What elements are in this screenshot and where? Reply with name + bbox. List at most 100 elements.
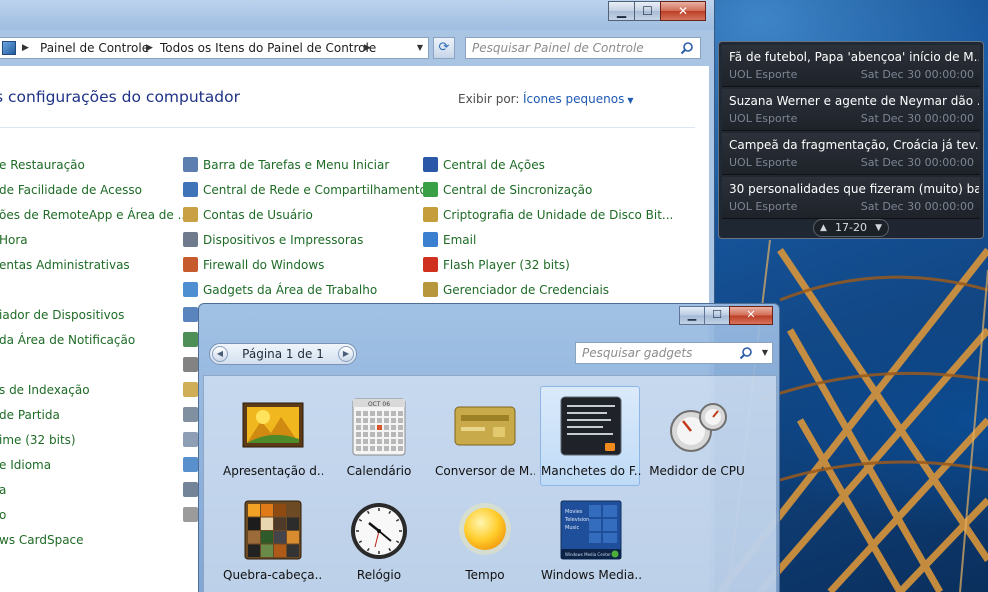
control-panel-item-label[interactable]: Email xyxy=(443,233,476,247)
control-panel-item[interactable]: Central de Rede e Compartilhamento xyxy=(183,182,427,198)
search-input[interactable] xyxy=(466,38,676,58)
minimize-button[interactable]: ▁ xyxy=(679,306,705,325)
gadget-tile-cpu-meter[interactable]: Medidor de CPU xyxy=(646,386,746,486)
address-dropdown-icon[interactable]: ▼ xyxy=(412,38,428,58)
chevron-up-icon[interactable]: ▲ xyxy=(820,220,827,236)
news-item[interactable]: Fã de futebol, Papa 'abençoa' início de … xyxy=(722,45,980,87)
control-panel-item-label[interactable]: Central de Rede e Compartilhamento xyxy=(203,183,427,197)
control-panel-item[interactable]: ws CardSpace xyxy=(0,532,84,548)
control-panel-item[interactable]: Flash Player (32 bits) xyxy=(423,257,570,273)
breadcrumb-item-painel[interactable]: Painel de Controle xyxy=(40,38,149,58)
control-panel-item-label[interactable]: Central de Sincronização xyxy=(443,183,592,197)
news-item[interactable]: Suzana Werner e agente de Neymar dão ...… xyxy=(722,89,980,131)
control-panel-item[interactable]: ões de RemoteApp e Área de ... xyxy=(0,207,189,223)
control-panel-item-label[interactable]: Flash Player (32 bits) xyxy=(443,258,570,272)
control-panel-titlebar[interactable]: ▁ ☐ ✕ xyxy=(0,0,714,30)
control-panel-item-icon xyxy=(183,357,198,372)
gadget-tile-slideshow[interactable]: Apresentação d... xyxy=(222,386,323,486)
news-title[interactable]: Fã de futebol, Papa 'abençoa' início de … xyxy=(729,50,979,64)
close-button[interactable]: ✕ xyxy=(660,1,706,21)
puzzle-icon xyxy=(244,500,302,560)
control-panel-item-label[interactable]: Contas de Usuário xyxy=(203,208,313,222)
control-panel-item[interactable]: o xyxy=(0,507,6,523)
control-panel-item[interactable]: entas Administrativas xyxy=(0,257,130,273)
control-panel-item[interactable]: Firewall do Windows xyxy=(183,257,324,273)
control-panel-item-label[interactable]: Central de Ações xyxy=(443,158,545,172)
gadget-label[interactable]: Manchetes do F... xyxy=(541,464,641,478)
search-icon[interactable] xyxy=(680,41,694,55)
news-title[interactable]: 30 personalidades que fizeram (muito) ba… xyxy=(729,182,979,196)
gadget-label[interactable]: Windows Media... xyxy=(541,568,641,582)
control-panel-item-label[interactable]: Barra de Tarefas e Menu Iniciar xyxy=(203,158,389,172)
gadget-label[interactable]: Apresentação d... xyxy=(223,464,323,478)
gadget-label[interactable]: Quebra-cabeça... xyxy=(223,568,323,582)
news-item[interactable]: Campeã da fragmentação, Croácia já tev..… xyxy=(722,133,980,175)
control-panel-item[interactable]: Contas de Usuário xyxy=(183,207,313,223)
chevron-right-icon[interactable]: ▶ xyxy=(22,38,29,58)
pager-range: 17-20 xyxy=(835,221,867,234)
control-panel-item[interactable]: Gerenciador de Credenciais xyxy=(423,282,609,298)
gadget-tile-clock[interactable]: Relógio xyxy=(328,490,428,590)
close-button[interactable]: ✕ xyxy=(729,306,773,325)
feed-headlines-gadget[interactable]: Fã de futebol, Papa 'abençoa' início de … xyxy=(718,41,984,239)
chevron-down-icon[interactable]: ▼ xyxy=(875,220,882,236)
control-panel-item[interactable]: Central de Sincronização xyxy=(423,182,592,198)
gadget-label[interactable]: Relógio xyxy=(329,568,429,582)
maximize-button[interactable]: ☐ xyxy=(704,306,730,325)
control-panel-item[interactable]: da Área de Notificação xyxy=(0,332,135,348)
gadget-search-input[interactable] xyxy=(576,343,736,363)
control-panel-item[interactable]: de Partida xyxy=(0,407,60,423)
control-panel-item[interactable]: ime (32 bits) xyxy=(0,432,76,448)
control-panel-item[interactable]: iador de Dispositivos xyxy=(0,307,124,323)
chevron-right-icon[interactable]: ▶ xyxy=(364,38,371,58)
news-title[interactable]: Suzana Werner e agente de Neymar dão ... xyxy=(729,94,979,108)
control-panel-item[interactable]: a xyxy=(0,482,6,498)
gadget-tile-feed-headlines[interactable]: Manchetes do F... xyxy=(540,386,641,486)
view-by-value[interactable]: Ícones pequenos xyxy=(523,92,624,106)
control-panel-item[interactable]: Email xyxy=(423,232,476,248)
control-panel-item-label[interactable]: Gadgets da Área de Trabalho xyxy=(203,283,377,297)
chevron-down-icon[interactable]: ▼ xyxy=(627,96,633,105)
control-panel-item-label[interactable]: Gerenciador de Credenciais xyxy=(443,283,609,297)
control-panel-item-label[interactable]: Criptografia de Unidade de Disco Bit... xyxy=(443,208,673,222)
gadget-tile-weather[interactable]: Tempo xyxy=(434,490,534,590)
gadget-label[interactable]: Medidor de CPU xyxy=(647,464,747,478)
control-panel-item[interactable]: e Idioma xyxy=(0,457,51,473)
refresh-button[interactable]: ⟳ xyxy=(433,37,455,59)
view-by-dropdown[interactable]: Ícones pequenos ▼ xyxy=(523,92,634,106)
calendar-month-label: OCT 06 xyxy=(368,401,390,408)
weather-icon xyxy=(459,503,511,555)
next-page-button[interactable]: ▶ xyxy=(338,346,354,362)
gadget-tile-media-center[interactable]: Movies Television Music Windows Media Ce… xyxy=(540,490,641,590)
gadget-tile-calendar[interactable]: OCT 06 Calendário xyxy=(328,386,428,486)
news-item[interactable]: 30 personalidades que fizeram (muito) ba… xyxy=(722,177,980,219)
control-panel-item-label[interactable]: Dispositivos e Impressoras xyxy=(203,233,363,247)
chevron-right-icon[interactable]: ▶ xyxy=(146,38,153,58)
control-panel-item[interactable]: Hora xyxy=(0,232,28,248)
gadget-search: ▼ xyxy=(575,342,773,364)
gadget-tile-puzzle[interactable]: Quebra-cabeça... xyxy=(222,490,323,590)
control-panel-item[interactable]: Barra de Tarefas e Menu Iniciar xyxy=(183,157,389,173)
gadget-tile-currency[interactable]: Conversor de M... xyxy=(434,386,535,486)
breadcrumb[interactable]: ▶ Painel de Controle ▶ Todos os Itens do… xyxy=(0,37,429,59)
control-panel-item[interactable]: de Facilidade de Acesso xyxy=(0,182,142,198)
breadcrumb-item-todos[interactable]: Todos os Itens do Painel de Controle xyxy=(160,38,376,58)
gadget-label[interactable]: Tempo xyxy=(435,568,535,582)
control-panel-item[interactable]: Central de Ações xyxy=(423,157,545,173)
search-icon[interactable] xyxy=(739,346,753,360)
control-panel-item[interactable]: e Restauração xyxy=(0,157,85,173)
control-panel-item[interactable]: Dispositivos e Impressoras xyxy=(183,232,363,248)
gadget-label[interactable]: Conversor de M... xyxy=(435,464,535,478)
control-panel-item-icon xyxy=(183,207,198,222)
control-panel-item-label[interactable]: Firewall do Windows xyxy=(203,258,324,272)
gadget-label[interactable]: Calendário xyxy=(329,464,429,478)
control-panel-item-icon xyxy=(183,307,198,322)
search-options-dropdown-icon[interactable]: ▼ xyxy=(762,344,768,362)
maximize-button[interactable]: ☐ xyxy=(634,1,661,21)
control-panel-item[interactable]: s de Indexação xyxy=(0,382,90,398)
minimize-button[interactable]: ▁ xyxy=(608,1,635,21)
control-panel-item[interactable]: Gadgets da Área de Trabalho xyxy=(183,282,377,298)
window-caption-buttons: ▁ ☐ ✕ xyxy=(608,1,706,21)
control-panel-item[interactable]: Criptografia de Unidade de Disco Bit... xyxy=(423,207,673,223)
news-title[interactable]: Campeã da fragmentação, Croácia já tev..… xyxy=(729,138,979,152)
